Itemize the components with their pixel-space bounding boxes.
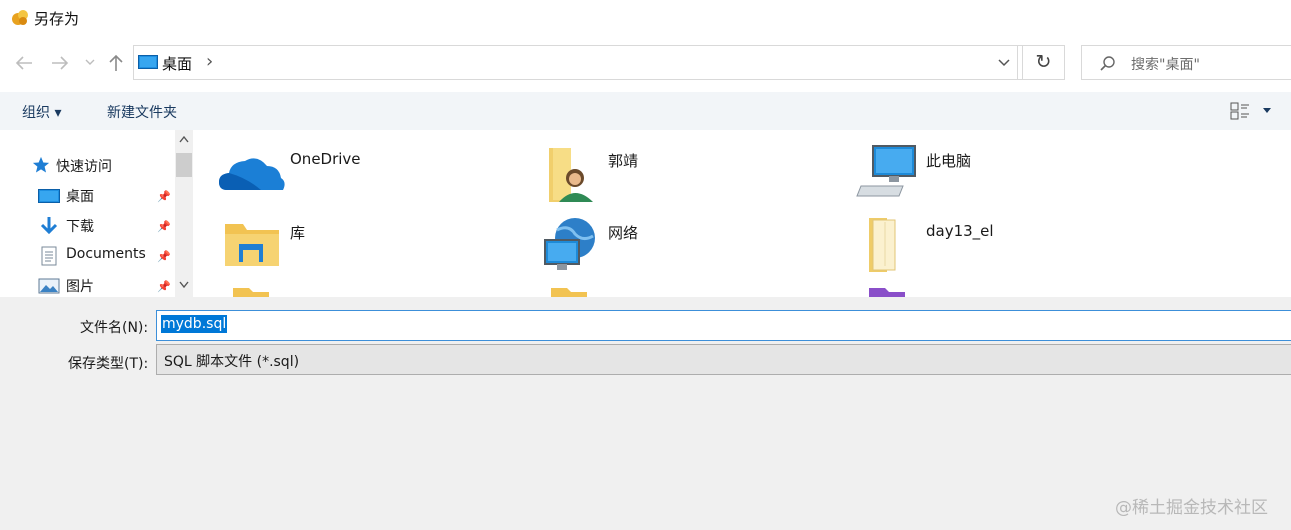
window-title: 另存为 — [34, 10, 80, 28]
folder-icon — [551, 288, 587, 297]
search-icon — [1100, 56, 1115, 71]
file-list: OneDrive 郭靖 此电脑 库 网络 day13_el — [195, 130, 1291, 297]
scroll-up-icon[interactable] — [175, 133, 193, 146]
list-item-onedrive[interactable]: OneDrive — [217, 142, 517, 208]
item-name: 库 — [290, 224, 306, 242]
network-icon — [544, 218, 595, 270]
desktop-icon — [138, 55, 158, 69]
arrow-right-icon[interactable] — [50, 54, 70, 72]
library-icon — [225, 224, 279, 266]
picture-icon — [38, 278, 60, 294]
download-icon — [40, 217, 58, 235]
folder-icon — [869, 218, 896, 272]
sidebar-item-label: Documents — [66, 246, 146, 262]
pin-icon[interactable]: 📌 — [157, 220, 171, 233]
navigation-pane: 快速访问 桌面 下载 Documents 图片 📌 📌 📌 📌 — [0, 130, 195, 297]
refresh-icon: ↻ — [1035, 51, 1052, 73]
pin-icon[interactable]: 📌 — [157, 280, 171, 293]
app-icon — [12, 10, 28, 25]
organize-button[interactable]: 组织 ▾ — [22, 102, 61, 122]
chevron-down-icon — [998, 59, 1010, 67]
desktop-icon — [38, 189, 60, 203]
computer-icon — [856, 145, 916, 197]
folder-icon — [233, 288, 269, 297]
user-folder-icon — [549, 148, 593, 202]
arrow-left-icon[interactable] — [14, 54, 34, 72]
filetype-select[interactable]: SQL 脚本文件 (*.sql) — [156, 344, 1291, 375]
save-options-panel: 文件名(N): mydb.sql 保存类型(T): SQL 脚本文件 (*.sq… — [0, 297, 1291, 530]
sidebar-item-label: 快速访问 — [56, 159, 112, 175]
chevron-down-icon[interactable] — [1262, 107, 1272, 115]
item-name: 网络 — [608, 224, 639, 242]
pin-icon[interactable]: 📌 — [157, 190, 171, 203]
scrollbar-thumb[interactable] — [176, 153, 192, 177]
item-name: OneDrive — [290, 150, 361, 168]
filename-field[interactable]: mydb.sql — [156, 310, 1291, 341]
list-item-folder[interactable]: day13_el — [853, 214, 1153, 280]
list-item-user-folder[interactable]: 郭靖 — [535, 142, 835, 208]
onedrive-icon — [219, 158, 285, 190]
filename-value[interactable]: mydb.sql — [161, 315, 228, 336]
sidebar-item-label: 桌面 — [66, 189, 94, 205]
refresh-button[interactable]: ↻ — [1022, 45, 1065, 80]
arrow-up-icon[interactable] — [107, 53, 125, 73]
star-icon — [32, 156, 50, 173]
folder-icon — [869, 288, 905, 297]
list-item-library[interactable]: 库 — [217, 214, 517, 280]
command-toolbar: 组织 ▾ 新建文件夹 — [0, 92, 1291, 130]
chevron-down-icon[interactable] — [85, 58, 95, 66]
filetype-value: SQL 脚本文件 (*.sql) — [164, 354, 300, 370]
search-box[interactable]: 搜索"桌面" — [1081, 45, 1291, 80]
address-path[interactable]: 桌面 — [162, 53, 192, 74]
view-options-icon[interactable] — [1230, 102, 1250, 120]
watermark: @稀土掘金技术社区 — [1115, 498, 1268, 518]
scroll-down-icon[interactable] — [175, 278, 193, 291]
search-input[interactable]: 搜索"桌面" — [1131, 54, 1200, 74]
list-item-this-pc[interactable]: 此电脑 — [853, 142, 1153, 208]
item-name: 郭靖 — [608, 152, 639, 170]
item-name: day13_el — [926, 222, 994, 240]
breadcrumb-chevron-icon[interactable]: › — [206, 51, 213, 72]
filetype-label: 保存类型(T): — [68, 356, 149, 372]
title-bar: 另存为 — [0, 0, 1291, 38]
address-bar[interactable]: 桌面 › — [133, 45, 1018, 80]
item-name: 此电脑 — [926, 152, 972, 170]
pin-icon[interactable]: 📌 — [157, 250, 171, 263]
new-folder-button[interactable]: 新建文件夹 — [107, 102, 177, 122]
sidebar-item-label: 图片 — [66, 279, 94, 295]
list-item-network[interactable]: 网络 — [535, 214, 835, 280]
filename-label: 文件名(N): — [80, 320, 149, 336]
sidebar-item-label: 下载 — [66, 219, 94, 235]
document-icon — [41, 246, 57, 266]
